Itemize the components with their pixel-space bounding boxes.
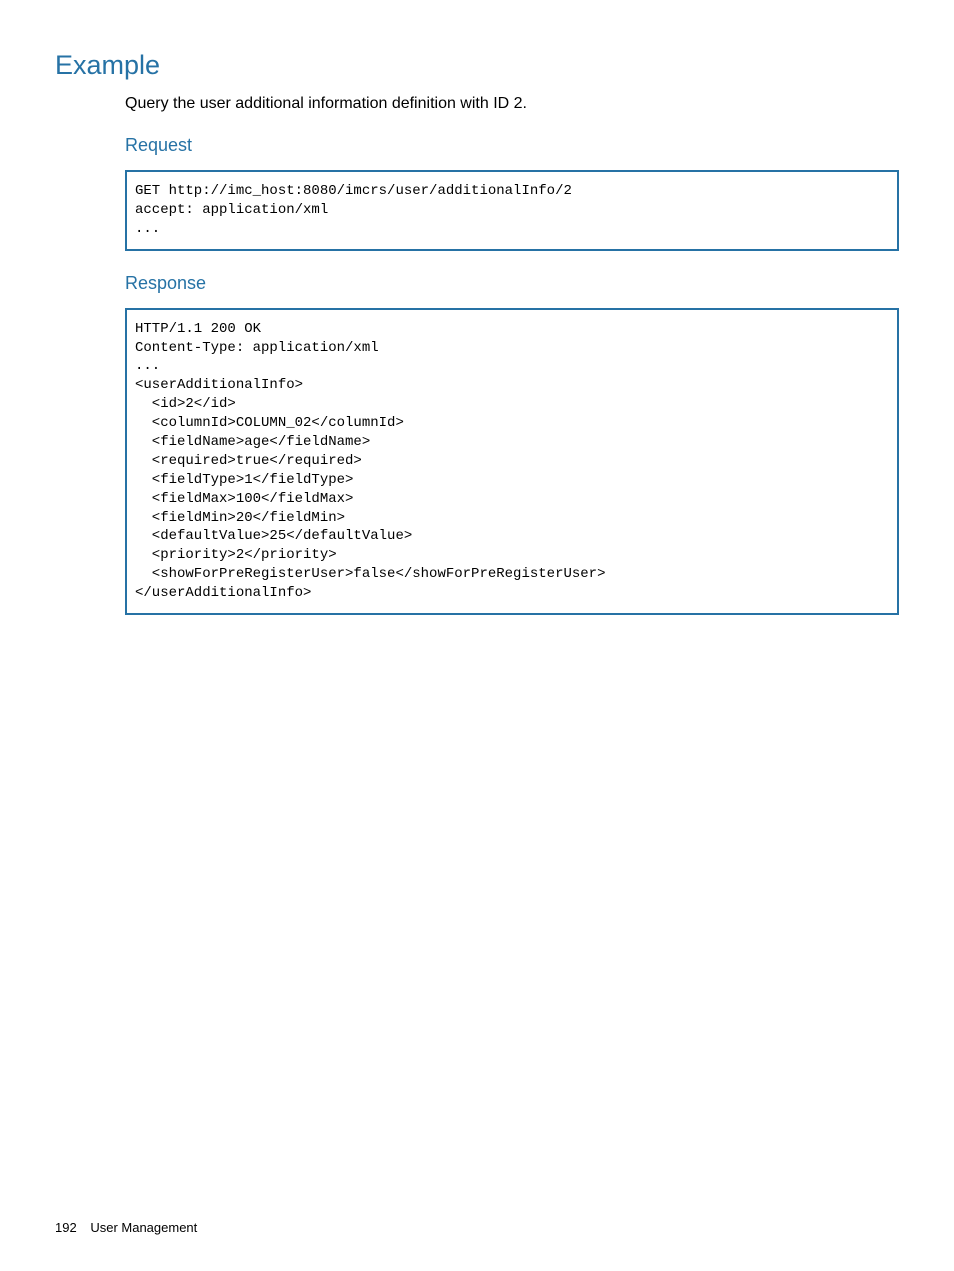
page-footer: 192 User Management	[55, 1220, 197, 1235]
response-code-block: HTTP/1.1 200 OK Content-Type: applicatio…	[125, 308, 899, 615]
request-code-block: GET http://imc_host:8080/imcrs/user/addi…	[125, 170, 899, 251]
heading-request: Request	[125, 135, 899, 156]
footer-section-label: User Management	[90, 1220, 197, 1235]
heading-example: Example	[55, 50, 899, 81]
intro-paragraph: Query the user additional information de…	[125, 95, 899, 113]
page-number: 192	[55, 1220, 77, 1235]
heading-response: Response	[125, 273, 899, 294]
